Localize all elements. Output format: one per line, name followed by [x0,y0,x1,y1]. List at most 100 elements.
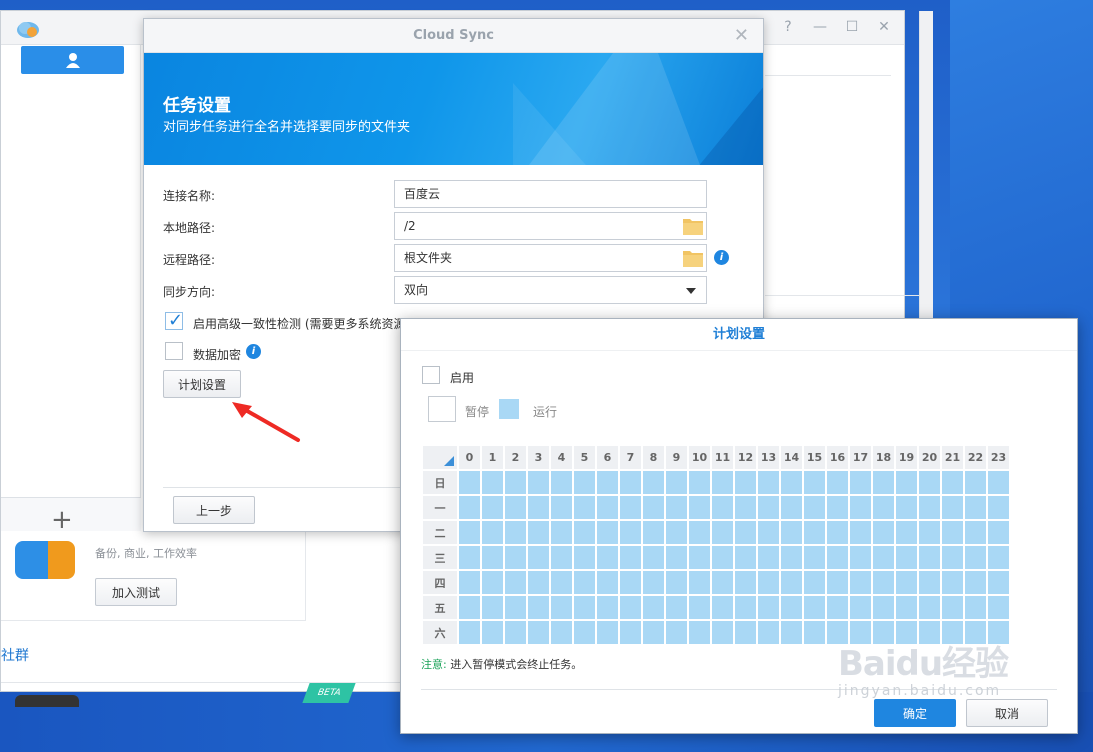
hour-header[interactable]: 1 [480,444,505,471]
close-icon[interactable]: ✕ [734,19,749,53]
schedule-cell[interactable] [940,569,965,596]
add-connection-button[interactable]: + [51,507,73,533]
schedule-cell[interactable] [687,544,712,571]
schedule-cell[interactable] [825,594,850,621]
schedule-cell[interactable] [687,469,712,496]
day-header[interactable]: 四 [421,569,459,596]
schedule-cell[interactable] [572,569,597,596]
connection-name-input[interactable]: 百度云 [394,180,707,208]
schedule-cell[interactable] [779,569,804,596]
day-header[interactable]: 一 [421,494,459,521]
schedule-cell[interactable] [779,494,804,521]
hour-header[interactable]: 0 [457,444,482,471]
schedule-cell[interactable] [503,469,528,496]
local-path-input[interactable]: /2 [394,212,707,240]
schedule-cell[interactable] [917,519,942,546]
schedule-cell[interactable] [710,569,735,596]
schedule-cell[interactable] [710,594,735,621]
day-header[interactable]: 六 [421,619,459,646]
schedule-cell[interactable] [595,494,620,521]
schedule-cell[interactable] [802,519,827,546]
schedule-cell[interactable] [664,569,689,596]
hour-header[interactable]: 10 [687,444,712,471]
schedule-cell[interactable] [526,594,551,621]
schedule-cell[interactable] [526,469,551,496]
schedule-cell[interactable] [618,544,643,571]
schedule-cell[interactable] [710,519,735,546]
hour-header[interactable]: 20 [917,444,942,471]
help-icon[interactable]: ? [780,19,796,35]
schedule-cell[interactable] [595,619,620,646]
schedule-cell[interactable] [572,544,597,571]
schedule-cell[interactable] [480,469,505,496]
hour-header[interactable]: 16 [825,444,850,471]
schedule-cell[interactable] [710,469,735,496]
schedule-cell[interactable] [963,544,988,571]
schedule-cell[interactable] [917,544,942,571]
schedule-cell[interactable] [756,544,781,571]
advanced-check-checkbox[interactable]: ✓ [165,310,183,331]
schedule-cell[interactable] [963,469,988,496]
schedule-cell[interactable] [595,544,620,571]
cancel-button[interactable]: 取消 [966,699,1048,727]
schedule-cell[interactable] [940,594,965,621]
schedule-cell[interactable] [986,519,1011,546]
schedule-cell[interactable] [664,594,689,621]
schedule-cell[interactable] [871,494,896,521]
schedule-cell[interactable] [503,619,528,646]
day-header[interactable]: 日 [421,469,459,496]
schedule-cell[interactable] [986,469,1011,496]
folder-icon[interactable] [682,216,704,236]
close-icon[interactable]: ✕ [876,19,892,35]
schedule-cell[interactable] [641,469,666,496]
join-beta-button[interactable]: 加入测试 [95,578,177,606]
schedule-cell[interactable] [549,469,574,496]
hour-header[interactable]: 3 [526,444,551,471]
schedule-cell[interactable] [618,619,643,646]
schedule-cell[interactable] [779,469,804,496]
folder-icon[interactable] [682,248,704,268]
schedule-cell[interactable] [664,469,689,496]
hour-header[interactable]: 5 [572,444,597,471]
schedule-cell[interactable] [664,494,689,521]
schedule-cell[interactable] [595,594,620,621]
schedule-cell[interactable] [733,519,758,546]
schedule-cell[interactable] [618,469,643,496]
schedule-cell[interactable] [618,569,643,596]
schedule-cell[interactable] [848,494,873,521]
schedule-cell[interactable] [641,619,666,646]
hour-header[interactable]: 12 [733,444,758,471]
schedule-cell[interactable] [848,594,873,621]
schedule-cell[interactable] [618,494,643,521]
hour-header[interactable]: 21 [940,444,965,471]
community-link[interactable]: 社群 [1,645,29,665]
hour-header[interactable]: 22 [963,444,988,471]
previous-step-button[interactable]: 上一步 [173,496,255,524]
schedule-cell[interactable] [687,494,712,521]
schedule-cell[interactable] [480,519,505,546]
select-all-corner[interactable] [421,444,459,471]
hour-header[interactable]: 13 [756,444,781,471]
schedule-cell[interactable] [986,494,1011,521]
schedule-cell[interactable] [825,519,850,546]
schedule-cell[interactable] [802,594,827,621]
schedule-cell[interactable] [802,569,827,596]
schedule-cell[interactable] [526,494,551,521]
schedule-cell[interactable] [779,619,804,646]
schedule-cell[interactable] [572,519,597,546]
schedule-cell[interactable] [641,494,666,521]
schedule-cell[interactable] [710,494,735,521]
schedule-cell[interactable] [595,519,620,546]
schedule-cell[interactable] [871,519,896,546]
schedule-cell[interactable] [526,569,551,596]
schedule-cell[interactable] [986,544,1011,571]
schedule-cell[interactable] [940,469,965,496]
schedule-cell[interactable] [572,494,597,521]
schedule-cell[interactable] [480,569,505,596]
schedule-cell[interactable] [710,619,735,646]
schedule-cell[interactable] [848,469,873,496]
schedule-cell[interactable] [480,619,505,646]
schedule-cell[interactable] [503,494,528,521]
hour-header[interactable]: 2 [503,444,528,471]
schedule-cell[interactable] [940,494,965,521]
